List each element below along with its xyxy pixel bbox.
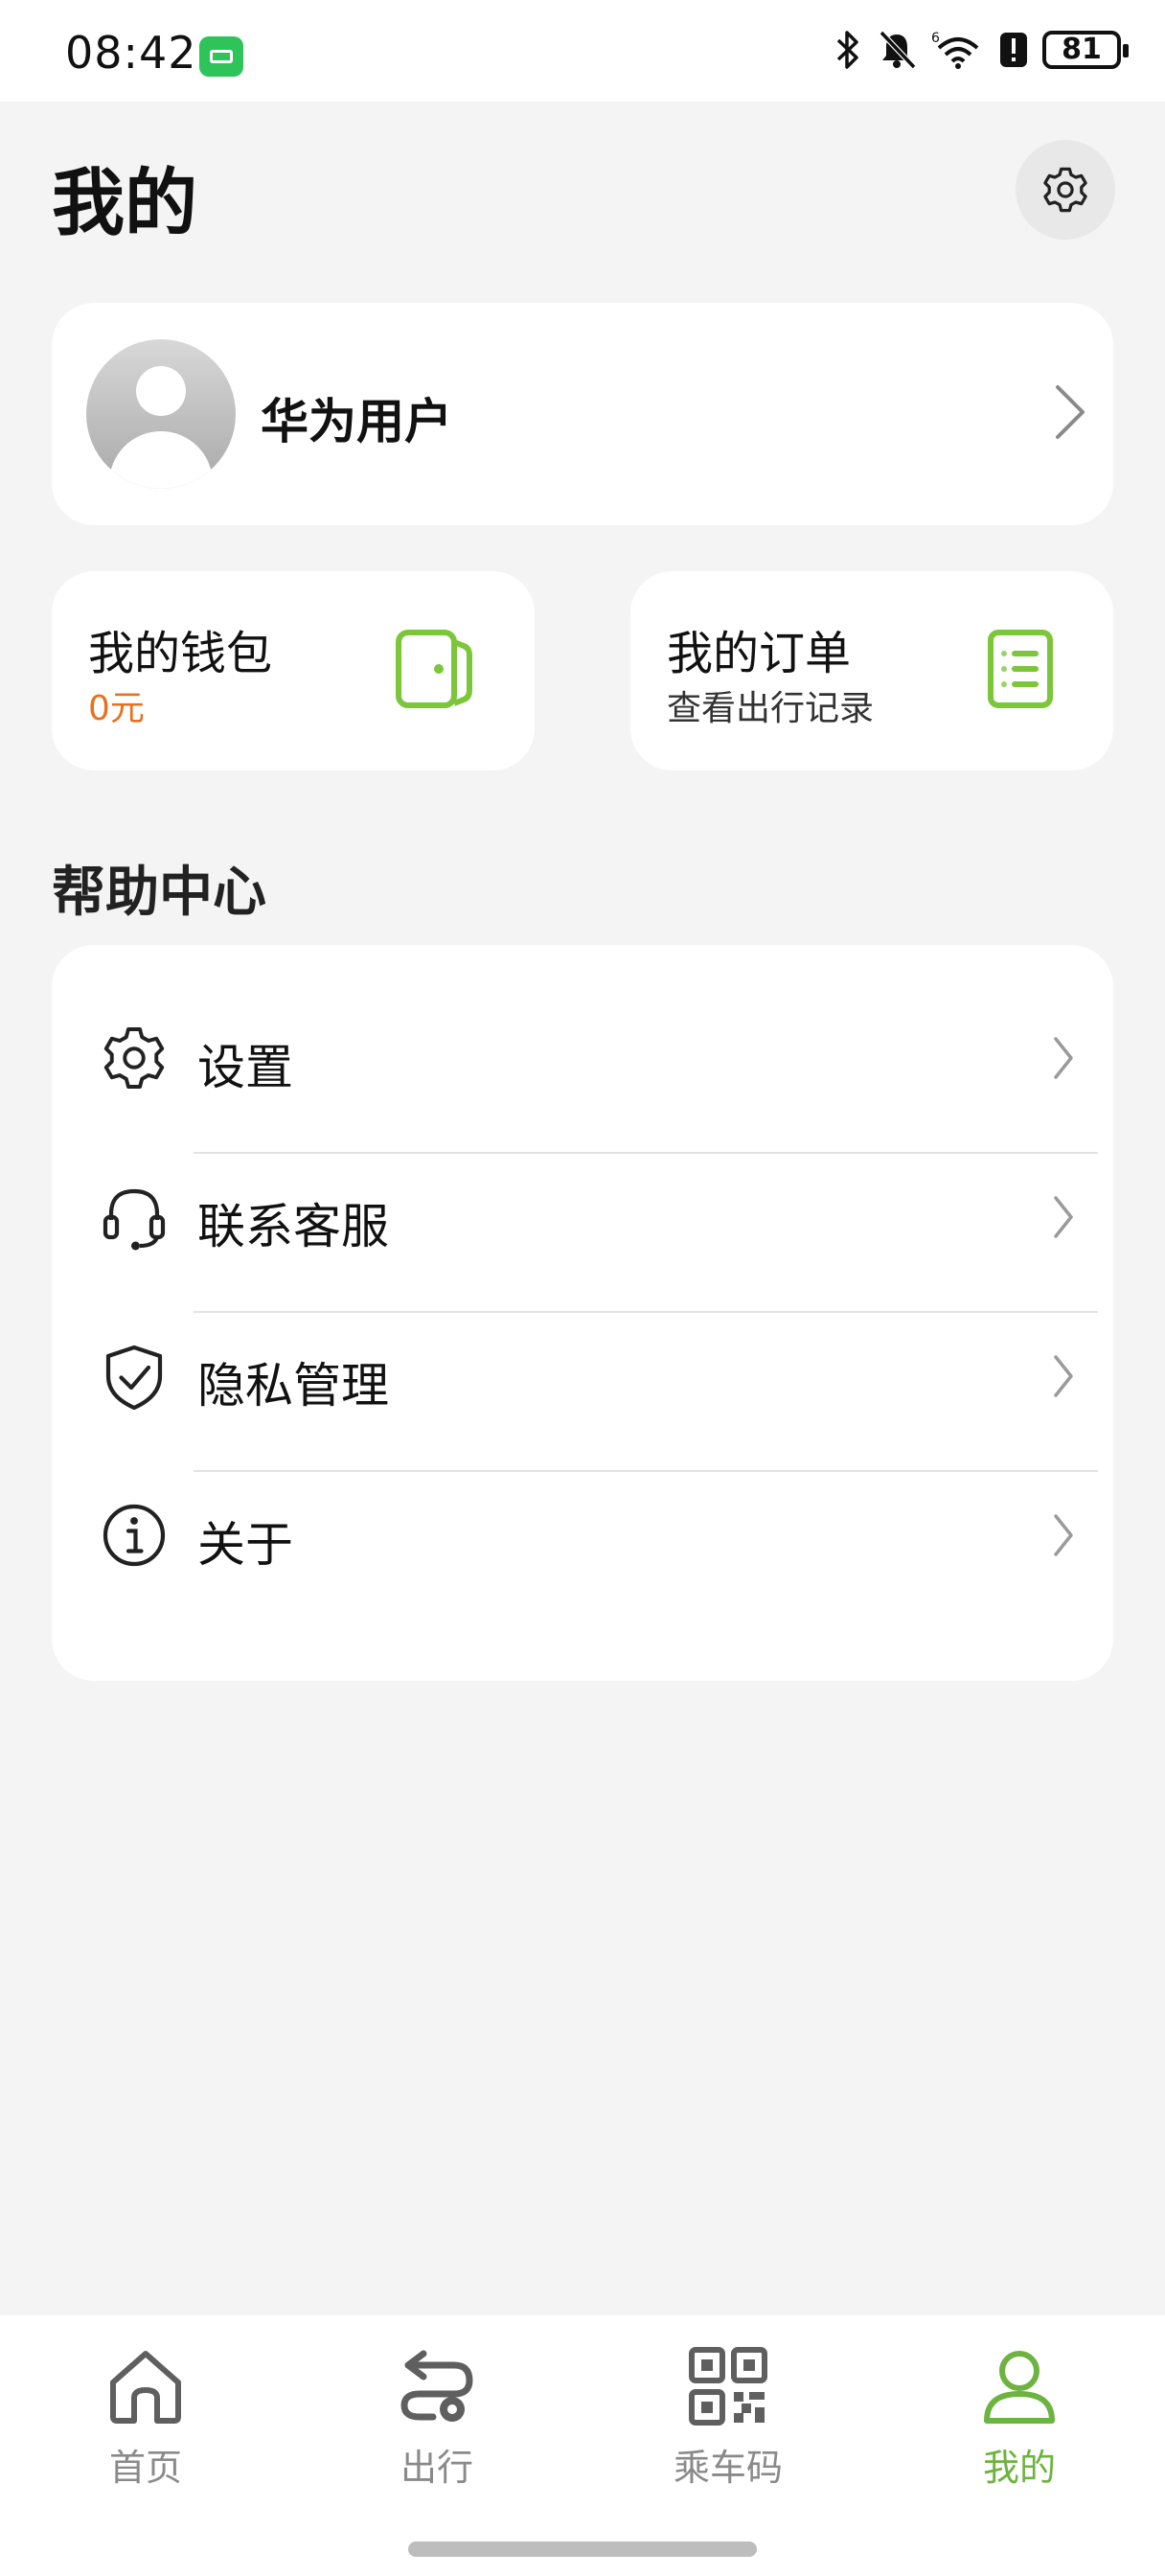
wallet-icon — [396, 630, 472, 708]
avatar — [86, 339, 236, 489]
headset-icon — [103, 1188, 166, 1251]
menu-label: 隐私管理 — [197, 1358, 389, 1414]
qr-code-icon — [689, 2347, 767, 2426]
status-time: 08:42 — [65, 27, 197, 79]
profile-card[interactable]: 华为用户 — [52, 303, 1113, 525]
menu-item-settings[interactable]: 设置 — [52, 979, 1113, 1138]
menu-label: 设置 — [197, 1040, 293, 1095]
status-icons: 6 81 — [834, 29, 1129, 71]
chevron-right-icon — [1054, 1514, 1073, 1556]
tab-label: 出行 — [400, 2447, 473, 2489]
menu-label: 关于 — [197, 1517, 293, 1573]
status-bar: 08:42 6 81 — [0, 0, 1165, 102]
tab-travel[interactable]: 出行 — [341, 2344, 533, 2507]
profile-name: 华为用户 — [261, 394, 452, 449]
home-indicator — [408, 2542, 757, 2557]
tab-label: 我的 — [982, 2447, 1056, 2489]
tab-label: 乘车码 — [673, 2447, 783, 2489]
orders-card[interactable]: 我的订单 查看出行记录 — [630, 571, 1113, 770]
help-center-menu: 设置 联系客服 隐私管理 关于 — [52, 945, 1113, 1681]
menu-item-privacy[interactable]: 隐私管理 — [52, 1298, 1113, 1457]
settings-button[interactable] — [1016, 140, 1115, 240]
order-list-icon — [988, 630, 1053, 708]
menu-item-about[interactable]: 关于 — [52, 1457, 1113, 1616]
tab-label: 首页 — [108, 2447, 182, 2489]
bottom-tab-bar: 首页 出行 乘车码 我的 — [0, 2315, 1165, 2576]
chevron-right-icon — [1054, 1037, 1073, 1079]
alert-icon — [1000, 33, 1027, 67]
chevron-right-icon — [1054, 1355, 1073, 1397]
page-title: 我的 — [52, 160, 197, 245]
tab-mine[interactable]: 我的 — [924, 2344, 1115, 2507]
app-notification-icon — [199, 36, 243, 77]
chevron-right-icon — [1056, 385, 1085, 439]
user-icon — [984, 2351, 1055, 2424]
orders-title: 我的订单 — [667, 627, 852, 680]
route-icon — [400, 2350, 473, 2422]
home-icon — [110, 2351, 181, 2424]
shield-check-icon — [105, 1345, 163, 1411]
chevron-right-icon — [1054, 1196, 1073, 1238]
wallet-card[interactable]: 我的钱包 0元 — [52, 571, 535, 770]
battery-indicator: 81 — [1042, 31, 1129, 69]
tab-ride-code[interactable]: 乘车码 — [632, 2344, 824, 2507]
gear-icon — [1043, 167, 1087, 213]
help-center-title: 帮助中心 — [52, 862, 266, 924]
orders-subtitle: 查看出行记录 — [667, 689, 875, 728]
info-icon — [103, 1504, 166, 1567]
network-label: 6 — [931, 31, 940, 46]
wallet-balance: 0元 — [88, 689, 145, 728]
gear-icon — [103, 1027, 165, 1089]
tab-home[interactable]: 首页 — [50, 2344, 241, 2507]
menu-label: 联系客服 — [197, 1199, 389, 1254]
mute-bell-icon — [879, 30, 917, 70]
bluetooth-icon — [836, 31, 858, 69]
wifi-icon: 6 — [931, 31, 979, 69]
menu-item-customer-service[interactable]: 联系客服 — [52, 1138, 1113, 1298]
wallet-title: 我的钱包 — [88, 627, 273, 680]
